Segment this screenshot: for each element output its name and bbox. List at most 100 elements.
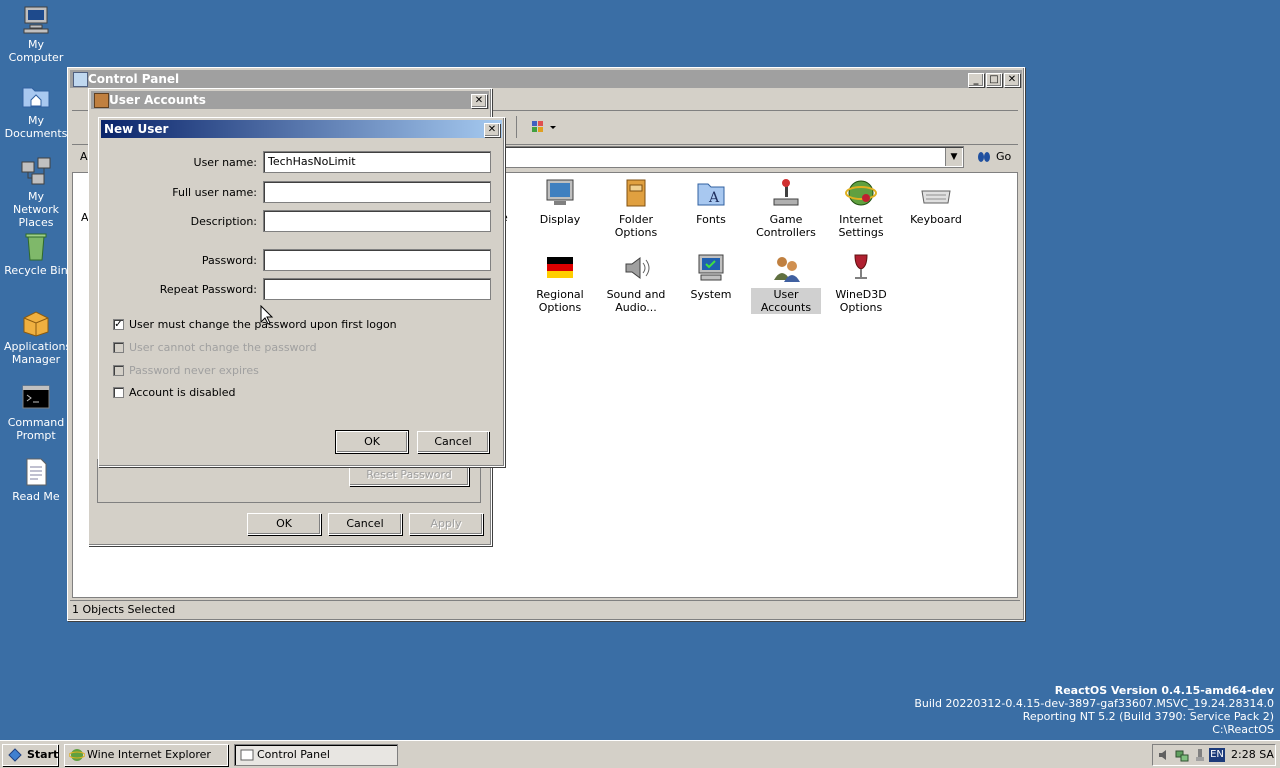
internet-explorer-icon <box>69 749 85 761</box>
cp-item-keyboard[interactable]: Keyboard <box>901 177 971 226</box>
control-panel-icon <box>73 72 88 87</box>
password-never-expires-checkbox[interactable] <box>113 365 124 376</box>
cp-item-fonts[interactable]: A Fonts <box>676 177 746 226</box>
safely-remove-icon[interactable] <box>1193 748 1207 762</box>
views-icon <box>532 121 556 132</box>
terminal-icon <box>20 382 52 414</box>
start-button[interactable]: Start <box>2 744 58 766</box>
minimize-button[interactable]: _ <box>968 73 984 87</box>
account-disabled-label: Account is disabled <box>129 386 236 399</box>
cp-item-regional-options[interactable]: Regional Options <box>525 252 595 314</box>
document-icon <box>20 456 52 488</box>
volume-icon[interactable] <box>1157 748 1171 762</box>
cp-item-system[interactable]: System <box>676 252 746 301</box>
control-panel-title: Control Panel <box>88 72 180 86</box>
version-line: ReactOS Version 0.4.15-amd64-dev <box>1054 684 1274 697</box>
go-button[interactable]: Go <box>976 147 1016 167</box>
new-user-title: New User <box>104 122 169 136</box>
desktop-icon-my-computer[interactable]: My Computer <box>4 4 68 64</box>
version-info: ReactOS Version 0.4.15-amd64-dev Build 2… <box>914 684 1274 736</box>
cp-item-folder-options[interactable]: Folder Options <box>601 177 671 239</box>
reactos-logo-icon <box>8 748 22 762</box>
desktop-icon-label: Command Prompt <box>7 416 65 442</box>
cp-item-internet-settings[interactable]: Internet Settings <box>826 177 896 239</box>
close-button[interactable]: ✕ <box>484 123 500 137</box>
control-panel-titlebar[interactable]: Control Panel _ □ ✕ <box>70 70 1022 88</box>
network-icon <box>20 156 52 188</box>
display-icon <box>544 177 576 209</box>
new-user-dialog: New User ✕ User name: TechHasNoLimit Ful… <box>98 117 505 467</box>
desktop-icon-label: Recycle Bin <box>4 264 68 277</box>
internet-globe-icon <box>845 177 877 209</box>
desktop-icon-label: My Network Places <box>13 190 59 229</box>
cp-item-game-controllers[interactable]: Game Controllers <box>751 177 821 239</box>
maximize-button[interactable]: □ <box>986 73 1002 87</box>
cancel-button[interactable]: Cancel <box>328 513 402 535</box>
clock[interactable]: 2:28 SA <box>1231 748 1274 761</box>
users-icon <box>94 93 109 108</box>
desktop-icon-my-documents[interactable]: My Documents <box>4 80 68 140</box>
cp-item-user-accounts[interactable]: User Accounts <box>751 252 821 314</box>
control-panel-icon <box>240 749 254 761</box>
password-input[interactable] <box>263 249 491 271</box>
full-username-label: Full user name: <box>172 186 257 199</box>
desktop-icon-command-prompt[interactable]: Command Prompt <box>4 382 68 442</box>
user-accounts-title: User Accounts <box>109 93 206 107</box>
address-input[interactable]: ▼ <box>502 146 964 168</box>
taskbar-item-wine-internet-explorer[interactable]: Wine Internet Explorer <box>64 744 228 766</box>
reset-password-button[interactable]: Reset Password <box>349 464 469 486</box>
desktop-icon-read-me[interactable]: Read Me <box>4 456 68 503</box>
speaker-icon <box>620 252 652 284</box>
user-accounts-titlebar[interactable]: User Accounts ✕ <box>91 91 489 109</box>
wine-glass-icon <box>845 252 877 284</box>
new-user-titlebar[interactable]: New User ✕ <box>101 120 502 138</box>
must-change-password-checkbox[interactable]: ✓ <box>113 319 124 330</box>
cancel-button[interactable]: Cancel <box>417 431 489 453</box>
desktop-icon-applications-manager[interactable]: Applications Manager <box>4 306 72 366</box>
ok-button[interactable]: OK <box>335 430 409 454</box>
language-indicator[interactable]: EN <box>1209 748 1225 762</box>
close-button[interactable]: ✕ <box>471 94 487 108</box>
password-label: Password: <box>201 254 257 267</box>
apply-button[interactable]: Apply <box>409 513 483 535</box>
documents-folder-icon <box>20 80 52 112</box>
desktop-icon-label: Applications Manager <box>4 340 72 366</box>
svg-text:A: A <box>708 190 720 206</box>
status-text: 1 Objects Selected <box>72 603 176 616</box>
desktop-icon-label: My Computer <box>8 38 64 64</box>
mouse-cursor-icon <box>260 305 274 325</box>
system-tray: EN 2:28 SA <box>1152 744 1276 766</box>
cp-item-winedirect3d-options[interactable]: WineD3D Options <box>826 252 896 314</box>
full-username-input[interactable] <box>263 181 491 203</box>
address-dropdown-arrow[interactable]: ▼ <box>945 148 962 166</box>
start-label: Start <box>27 748 59 761</box>
ok-button[interactable]: OK <box>247 513 321 535</box>
repeat-password-input[interactable] <box>263 278 491 300</box>
users-icon <box>770 252 802 284</box>
username-label: User name: <box>193 156 257 169</box>
address-label: A <box>80 150 88 163</box>
go-label: Go <box>996 150 1012 163</box>
username-input[interactable]: TechHasNoLimit <box>263 151 491 173</box>
flag-icon <box>544 252 576 284</box>
folder-options-icon <box>620 177 652 209</box>
system-icon <box>695 252 727 284</box>
taskbar: Start Wine Internet Explorer Control Pan… <box>0 740 1280 768</box>
cp-item-display[interactable]: Display <box>525 177 595 226</box>
network-icon[interactable] <box>1175 748 1189 762</box>
cp-item-sound-and-audio[interactable]: Sound and Audio... <box>601 252 671 314</box>
task-label: Wine Internet Explorer <box>87 748 211 761</box>
account-disabled-checkbox[interactable] <box>113 387 124 398</box>
computer-icon <box>20 4 52 36</box>
desktop-icon-recycle-bin[interactable]: Recycle Bin <box>4 230 68 277</box>
taskbar-item-control-panel[interactable]: Control Panel <box>234 744 398 766</box>
cannot-change-password-checkbox[interactable] <box>113 342 124 353</box>
close-button[interactable]: ✕ <box>1004 73 1020 87</box>
desktop-icon-my-network-places[interactable]: My Network Places <box>4 156 68 229</box>
cannot-change-password-label: User cannot change the password <box>129 341 317 354</box>
desktop-icon-label: Read Me <box>12 490 60 503</box>
description-input[interactable] <box>263 210 491 232</box>
repeat-password-label: Repeat Password: <box>159 283 257 296</box>
view-menu-button[interactable] <box>530 119 558 137</box>
password-never-expires-label: Password never expires <box>129 364 259 377</box>
